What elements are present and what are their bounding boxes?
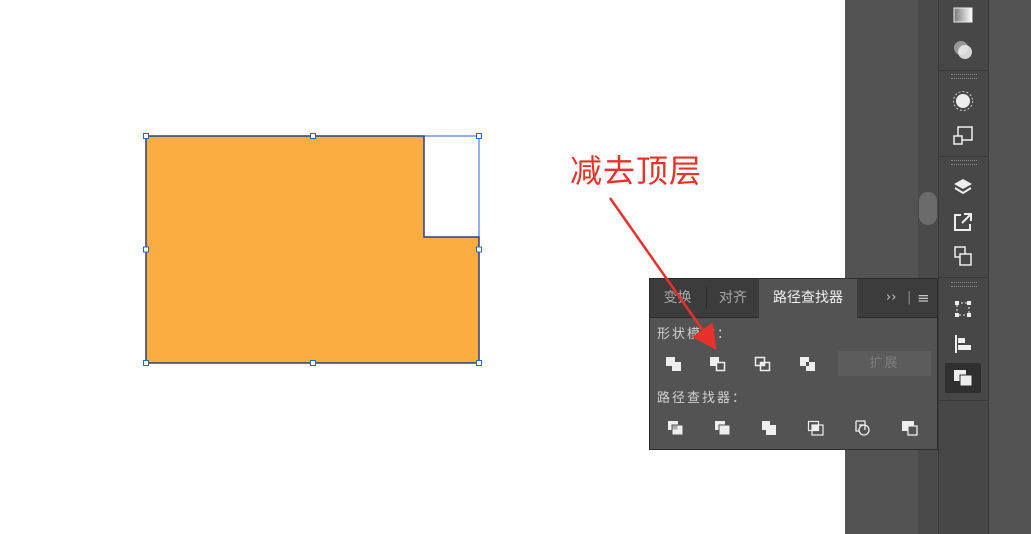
dock-scrollbar-thumb[interactable]	[919, 192, 937, 225]
export-icon[interactable]	[945, 207, 981, 237]
tab-pathfinder[interactable]: 路径查找器	[759, 279, 857, 318]
pathfinder-icon[interactable]	[945, 363, 981, 393]
intersect-icon[interactable]	[751, 352, 775, 376]
shape-path[interactable]	[145, 135, 480, 364]
panel-divider: |	[907, 290, 912, 305]
gradient-icon[interactable]	[945, 0, 981, 30]
merge-icon[interactable]	[757, 416, 781, 440]
dock-scrollbar-track[interactable]	[918, 0, 938, 534]
divide-icon[interactable]	[664, 416, 688, 440]
crop-icon[interactable]	[804, 416, 828, 440]
layers-icon[interactable]	[945, 172, 981, 202]
expand-button[interactable]: 扩展	[838, 351, 931, 376]
document-area-edge	[988, 0, 1031, 534]
transform-icon[interactable]	[945, 294, 981, 324]
collapsed-panel-iconbar	[938, 0, 989, 534]
selected-shape[interactable]	[140, 130, 490, 370]
align-icon[interactable]	[945, 329, 981, 359]
trim-icon[interactable]	[711, 416, 735, 440]
panel-menu-button[interactable]: ≡	[917, 279, 930, 317]
transparency-icon[interactable]	[945, 35, 981, 65]
annotation-arrow	[608, 197, 717, 351]
pathfinders-label: 路径查找器：	[657, 391, 748, 406]
exclude-icon[interactable]	[796, 352, 820, 376]
outline-icon[interactable]	[851, 416, 875, 440]
minus-back-icon[interactable]	[898, 416, 922, 440]
annotation-label: 减去顶层	[570, 152, 703, 190]
artboards-icon[interactable]	[945, 121, 981, 151]
panel-collapse-button[interactable]: ››	[886, 279, 896, 317]
brushes-icon[interactable]	[945, 86, 981, 116]
links-icon[interactable]	[945, 241, 981, 271]
